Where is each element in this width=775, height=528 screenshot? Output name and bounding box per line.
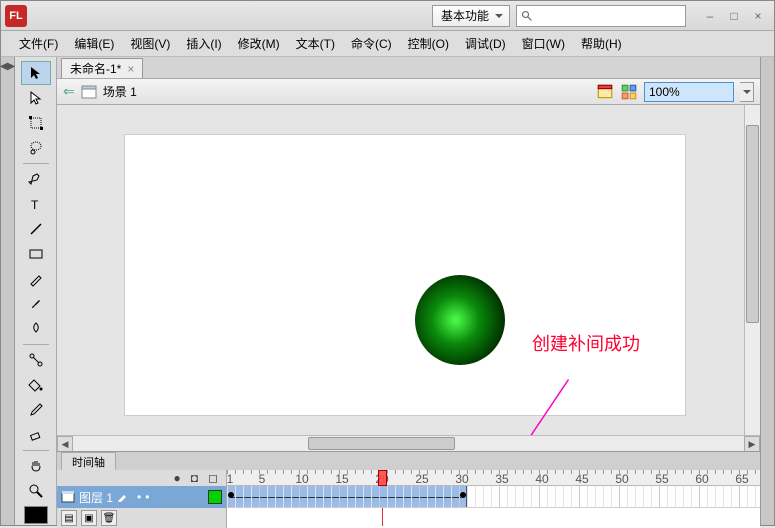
pen-tool[interactable] bbox=[21, 167, 51, 191]
menu-edit[interactable]: 编辑(E) bbox=[66, 31, 122, 56]
search-input[interactable] bbox=[537, 10, 681, 22]
pencil-icon bbox=[117, 492, 127, 502]
lasso-tool[interactable] bbox=[21, 136, 51, 160]
document-tabs: 未命名-1* × bbox=[57, 57, 760, 79]
minimize-button[interactable]: – bbox=[700, 9, 720, 23]
zoom-input[interactable] bbox=[644, 82, 734, 102]
zoom-dropdown[interactable] bbox=[740, 82, 754, 102]
menu-help[interactable]: 帮助(H) bbox=[573, 31, 630, 56]
hand-tool[interactable] bbox=[21, 454, 51, 478]
expand-arrow-icon: ◀▶ bbox=[0, 61, 15, 72]
eyedropper-tool[interactable] bbox=[21, 398, 51, 422]
close-button[interactable]: × bbox=[748, 9, 768, 23]
pencil-tool[interactable] bbox=[21, 267, 51, 291]
menu-bar: 文件(F) 编辑(E) 视图(V) 插入(I) 修改(M) 文本(T) 命令(C… bbox=[1, 31, 774, 57]
vertical-scroll-thumb[interactable] bbox=[746, 125, 759, 323]
scroll-left-button[interactable]: ◀ bbox=[57, 436, 73, 451]
back-arrow-icon[interactable]: ⇐ bbox=[63, 83, 75, 100]
deco-tool[interactable] bbox=[21, 317, 51, 341]
workspace-switcher[interactable]: 基本功能 bbox=[432, 5, 510, 27]
lock-header-icon[interactable]: ◘ bbox=[191, 471, 198, 485]
right-collapse-strip[interactable] bbox=[760, 57, 774, 525]
search-box[interactable] bbox=[516, 5, 686, 27]
layer-name[interactable]: 图层 1 bbox=[79, 489, 113, 506]
menu-modify[interactable]: 修改(M) bbox=[230, 31, 288, 56]
left-collapse-strip[interactable]: ◀▶ bbox=[1, 57, 15, 525]
vertical-scrollbar[interactable] bbox=[744, 105, 760, 435]
close-tab-icon[interactable]: × bbox=[127, 62, 134, 76]
search-icon bbox=[521, 10, 533, 22]
menu-commands[interactable]: 命令(C) bbox=[343, 31, 400, 56]
menu-control[interactable]: 控制(O) bbox=[400, 31, 457, 56]
edit-bar: ⇐ 场景 1 bbox=[57, 79, 760, 105]
new-folder-button[interactable]: ▣ bbox=[81, 510, 97, 526]
app-icon: FL bbox=[5, 5, 27, 27]
menu-window[interactable]: 窗口(W) bbox=[514, 31, 573, 56]
selection-tool[interactable] bbox=[21, 61, 51, 85]
menu-file[interactable]: 文件(F) bbox=[11, 31, 66, 56]
free-transform-tool[interactable] bbox=[21, 111, 51, 135]
stage[interactable] bbox=[125, 135, 685, 415]
subselection-tool[interactable] bbox=[21, 86, 51, 110]
delete-layer-button[interactable]: 🗑 bbox=[101, 510, 117, 526]
layer-color-swatch[interactable] bbox=[208, 490, 222, 504]
tools-panel: T bbox=[15, 57, 57, 525]
stage-object-circle[interactable] bbox=[415, 275, 505, 365]
paint-bucket-tool[interactable] bbox=[21, 373, 51, 397]
menu-view[interactable]: 视图(V) bbox=[122, 31, 178, 56]
layer-icon bbox=[61, 490, 75, 504]
menu-insert[interactable]: 插入(I) bbox=[178, 31, 229, 56]
outline-header-icon[interactable]: ◻ bbox=[208, 471, 218, 485]
line-tool[interactable] bbox=[21, 217, 51, 241]
scene-icon bbox=[81, 85, 97, 99]
text-tool[interactable]: T bbox=[21, 192, 51, 216]
bone-tool[interactable] bbox=[21, 348, 51, 372]
annotation-text: 创建补间成功 bbox=[532, 330, 640, 356]
timeline-layers-column: ● ◘ ◻ 图层 1 •• ▤ ▣ 🗑 bbox=[57, 470, 227, 528]
eraser-tool[interactable] bbox=[21, 423, 51, 447]
document-tab-title: 未命名-1* bbox=[70, 60, 121, 77]
stage-area[interactable]: 创建补间成功 ◀ ▶ bbox=[57, 105, 760, 451]
timeline-tab[interactable]: 时间轴 bbox=[61, 452, 116, 471]
menu-text[interactable]: 文本(T) bbox=[288, 31, 343, 56]
edit-scene-icon[interactable] bbox=[596, 83, 614, 101]
edit-symbols-icon[interactable] bbox=[620, 83, 638, 101]
restore-button[interactable]: □ bbox=[724, 9, 744, 23]
timeline-panel: 时间轴 ● ◘ ◻ 图层 1 •• bbox=[57, 451, 760, 525]
rectangle-tool[interactable] bbox=[21, 242, 51, 266]
horizontal-scrollbar[interactable]: ◀ ▶ bbox=[57, 435, 760, 451]
svg-text:T: T bbox=[31, 198, 39, 212]
new-layer-button[interactable]: ▤ bbox=[61, 510, 77, 526]
workspace-label: 基本功能 bbox=[441, 7, 489, 24]
stroke-color-swatch[interactable] bbox=[24, 506, 48, 524]
layer-row[interactable]: 图层 1 •• bbox=[57, 486, 226, 508]
menu-debug[interactable]: 调试(D) bbox=[457, 31, 514, 56]
zoom-tool[interactable] bbox=[21, 479, 51, 503]
horizontal-scroll-thumb[interactable] bbox=[308, 437, 456, 450]
scroll-right-button[interactable]: ▶ bbox=[744, 436, 760, 451]
timeline-frames[interactable]: 1510152025303540455055606570 bbox=[227, 470, 760, 528]
brush-tool[interactable] bbox=[21, 292, 51, 316]
visibility-header-icon[interactable]: ● bbox=[174, 471, 181, 485]
timeline-ruler[interactable]: 1510152025303540455055606570 bbox=[227, 470, 760, 486]
scene-name[interactable]: 场景 1 bbox=[103, 83, 590, 100]
playhead[interactable] bbox=[378, 470, 387, 486]
document-tab[interactable]: 未命名-1* × bbox=[61, 58, 143, 78]
